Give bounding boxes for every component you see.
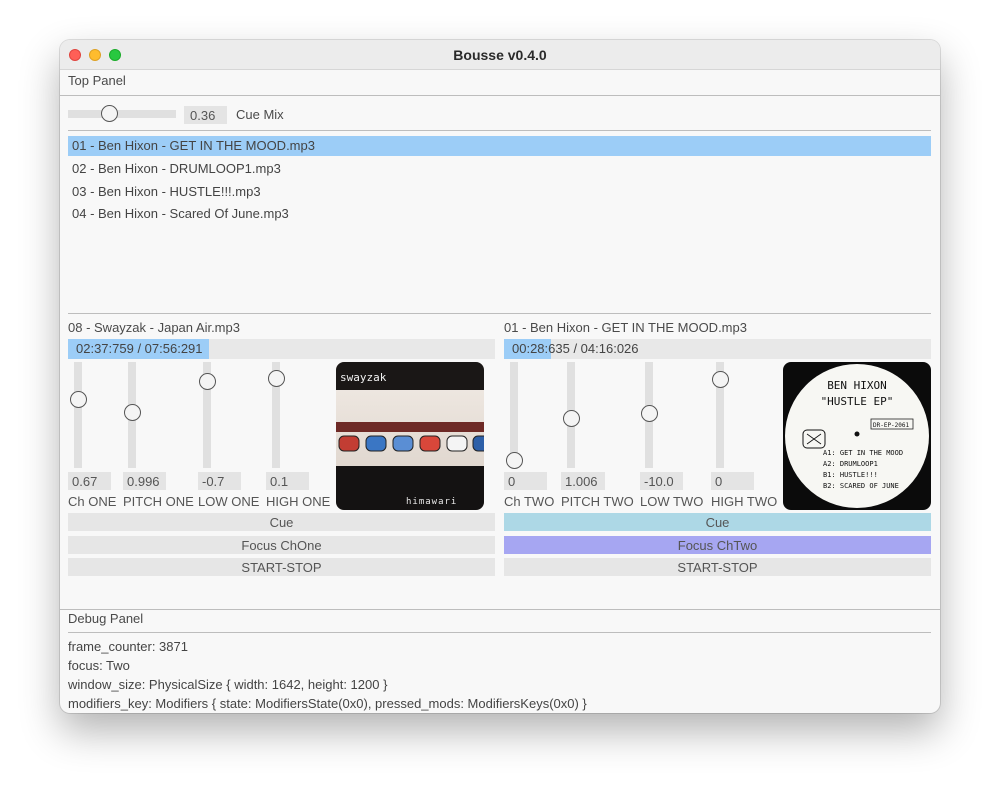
- debug-window-size: window_size: PhysicalSize { width: 1642,…: [68, 677, 388, 692]
- ch-one-value: 0.67: [68, 472, 111, 490]
- debug-modifiers-key: modifiers_key: Modifiers { state: Modifi…: [68, 696, 587, 711]
- app-window: Bousse v0.4.0 Top Panel 0.36 Cue Mix 01 …: [60, 40, 940, 713]
- deck-two-track-name: 01 - Ben Hixon - GET IN THE MOOD.mp3: [504, 320, 747, 335]
- ch-two-label: Ch TWO: [504, 494, 555, 509]
- focus-ch-two-button[interactable]: Focus ChTwo: [504, 536, 931, 554]
- cover2-track-b2: B2: SCARED OF JUNE: [823, 482, 899, 490]
- cover2-catalog-text: DR-EP-2061: [873, 422, 910, 429]
- cover2-track-a1: A1: GET IN THE MOOD: [823, 449, 903, 457]
- low-one-value: -0.7: [198, 472, 241, 490]
- track-list-divider: [68, 130, 931, 131]
- high-one-slider-thumb[interactable]: [268, 370, 285, 387]
- ch-one-slider-thumb[interactable]: [70, 391, 87, 408]
- window-title: Bousse v0.4.0: [453, 47, 547, 63]
- decks-divider: [68, 313, 931, 314]
- deck-two-progress-bar[interactable]: 00:28:635 / 04:16:026: [504, 339, 931, 359]
- top-panel-label: Top Panel: [68, 73, 126, 88]
- cover2-track-a2: A2: DRUMLOOP1: [823, 460, 878, 468]
- title-bar: Bousse v0.4.0: [60, 40, 940, 70]
- cue-mix-slider-thumb[interactable]: [101, 105, 118, 122]
- high-one-label: HIGH ONE: [266, 494, 331, 509]
- track-list-item[interactable]: 01 - Ben Hixon - GET IN THE MOOD.mp3: [68, 136, 931, 156]
- cover-title-text: himawari: [406, 497, 457, 507]
- low-two-slider-thumb[interactable]: [641, 405, 658, 422]
- low-two-label: LOW TWO: [640, 494, 704, 509]
- cover2-artist-text: BEN HIXON: [827, 379, 887, 392]
- swayzak-cover-art: swayzak himawari: [336, 362, 484, 510]
- pitch-one-slider-thumb[interactable]: [124, 404, 141, 421]
- low-two-value: -10.0: [640, 472, 683, 490]
- deck-one-progress-bar[interactable]: 02:37:759 / 07:56:291: [68, 339, 495, 359]
- track-list-item[interactable]: 03 - Ben Hixon - HUSTLE!!!.mp3: [68, 182, 931, 202]
- high-two-label: HIGH TWO: [711, 494, 778, 509]
- low-one-slider-thumb[interactable]: [199, 373, 216, 390]
- ch-two-slider-thumb[interactable]: [506, 452, 523, 469]
- start-stop-two-button[interactable]: START-STOP: [504, 558, 931, 576]
- ch-one-slider[interactable]: [74, 362, 82, 468]
- cue-two-button[interactable]: Cue: [504, 513, 931, 531]
- high-two-value: 0: [711, 472, 754, 490]
- low-one-label: LOW ONE: [198, 494, 260, 509]
- pitch-one-value: 0.996: [123, 472, 166, 490]
- debug-panel-divider: [60, 609, 940, 610]
- deck-two-album-cover: BEN HIXON "HUSTLE EP" DR-EP-2061 A1: GET…: [783, 362, 931, 510]
- cover-artist-text: swayzak: [340, 371, 387, 384]
- cue-mix-label: Cue Mix: [236, 107, 284, 122]
- start-stop-one-button[interactable]: START-STOP: [68, 558, 495, 576]
- track-list-item[interactable]: 02 - Ben Hixon - DRUMLOOP1.mp3: [68, 159, 931, 179]
- hustle-ep-cover-art: BEN HIXON "HUSTLE EP" DR-EP-2061 A1: GET…: [783, 362, 931, 510]
- debug-panel-label: Debug Panel: [68, 611, 144, 626]
- cover2-title-text: "HUSTLE EP": [821, 395, 894, 408]
- track-list-item[interactable]: 04 - Ben Hixon - Scared Of June.mp3: [68, 204, 931, 224]
- pitch-two-slider-thumb[interactable]: [563, 410, 580, 427]
- pitch-one-label: PITCH ONE: [123, 494, 194, 509]
- pitch-two-label: PITCH TWO: [561, 494, 634, 509]
- deck-two-time: 00:28:635 / 04:16:026: [512, 341, 639, 356]
- debug-content-divider: [68, 632, 931, 633]
- deck-one-album-cover: swayzak himawari: [336, 362, 484, 510]
- debug-frame-counter: frame_counter: 3871: [68, 639, 188, 654]
- pitch-two-value: 1.006: [561, 472, 605, 490]
- ch-two-value: 0: [504, 472, 547, 490]
- deck-one-track-name: 08 - Swayzak - Japan Air.mp3: [68, 320, 240, 335]
- deck-one-time: 02:37:759 / 07:56:291: [76, 341, 203, 356]
- top-panel-divider: [60, 95, 940, 96]
- high-one-value: 0.1: [266, 472, 309, 490]
- cover2-track-b1: B1: HUSTLE!!!: [823, 471, 878, 479]
- cue-mix-slider[interactable]: [68, 110, 176, 118]
- high-two-slider-thumb[interactable]: [712, 371, 729, 388]
- debug-focus: focus: Two: [68, 658, 130, 673]
- focus-ch-one-button[interactable]: Focus ChOne: [68, 536, 495, 554]
- cue-mix-value: 0.36: [184, 106, 227, 124]
- cue-one-button[interactable]: Cue: [68, 513, 495, 531]
- ch-one-label: Ch ONE: [68, 494, 117, 509]
